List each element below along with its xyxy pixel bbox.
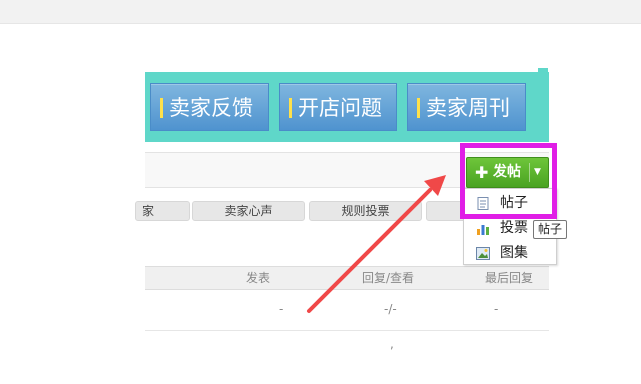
row-divider bbox=[145, 330, 549, 331]
category-tab-label: 规则投票 bbox=[341, 204, 390, 218]
category-tab-seller-voice[interactable]: 卖家心声 bbox=[192, 201, 305, 221]
accent-bar bbox=[160, 98, 163, 118]
cell-partial: , bbox=[390, 337, 394, 351]
highlight-box bbox=[460, 143, 557, 219]
category-tab-partial[interactable]: 家 bbox=[135, 201, 190, 221]
banner-button-shop-questions[interactable]: 开店问题 bbox=[279, 83, 397, 131]
header-last-reply: 最后回复 bbox=[485, 271, 534, 285]
tooltip: 帖子 bbox=[533, 220, 567, 239]
top-bar bbox=[0, 0, 641, 24]
image-icon bbox=[476, 247, 490, 260]
banner-button-seller-weekly[interactable]: 卖家周刊 bbox=[407, 83, 526, 131]
banner-button-label: 卖家反馈 bbox=[169, 96, 253, 120]
header-replies-views: 回复/查看 bbox=[362, 271, 415, 285]
header-post: 发表 bbox=[246, 271, 271, 285]
accent-bar bbox=[417, 98, 420, 118]
category-tab-rule-vote[interactable]: 规则投票 bbox=[309, 201, 422, 221]
dropdown-item-label: 投票 bbox=[500, 220, 528, 236]
banner-button-seller-feedback[interactable]: 卖家反馈 bbox=[150, 83, 269, 131]
bar-chart-icon bbox=[477, 225, 489, 235]
accent-bar bbox=[289, 98, 292, 118]
banner-button-label: 开店问题 bbox=[298, 96, 382, 120]
category-tab-label: 家 bbox=[141, 204, 154, 218]
cell-replies-views: -/- bbox=[384, 302, 397, 316]
cell-post: - bbox=[279, 302, 284, 316]
category-tab-label: 卖家心声 bbox=[224, 204, 273, 218]
banner-button-label: 卖家周刊 bbox=[426, 96, 510, 120]
dropdown-item-label: 图集 bbox=[500, 245, 528, 261]
cell-last-reply: - bbox=[494, 302, 499, 316]
